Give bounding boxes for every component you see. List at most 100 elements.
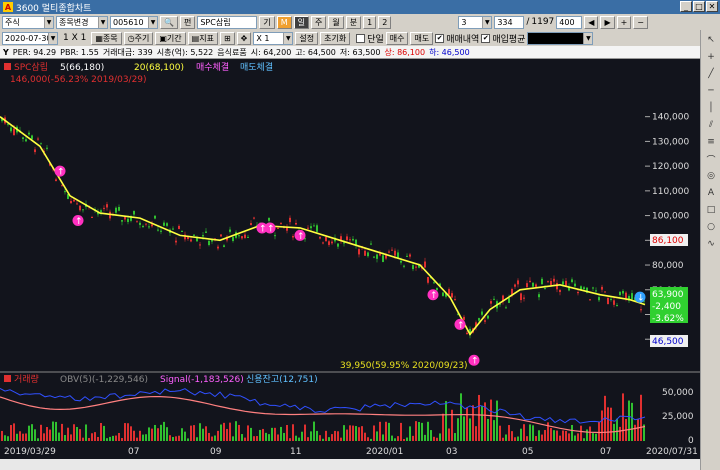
period-minute-active[interactable]: M	[276, 15, 292, 29]
candle-body	[631, 293, 633, 300]
wave-tool-icon[interactable]: ∿	[703, 237, 719, 251]
vline-tool-icon[interactable]: │	[703, 101, 719, 115]
candle-body	[319, 236, 321, 239]
period-min[interactable]: 분	[345, 15, 362, 29]
candle-body	[376, 254, 378, 259]
maximize-icon[interactable]: □	[693, 1, 705, 12]
mode-select[interactable]: 종목변경 ▼	[56, 15, 108, 29]
period-tick[interactable]: 기	[259, 15, 275, 29]
volume-bar	[430, 430, 432, 441]
visible-count-field[interactable]: 400	[556, 15, 583, 29]
cursor-icon[interactable]: ↖	[703, 33, 719, 47]
candle-body	[208, 240, 210, 246]
candle-body	[217, 246, 219, 249]
chart-area[interactable]: SPC삼립 5(66,180) 20(68,100) 매수체결 매도체결 146…	[0, 59, 700, 459]
slot-2[interactable]: 2	[378, 15, 392, 29]
color-select[interactable]: ▼	[527, 31, 594, 45]
volume-bar	[373, 425, 375, 441]
cycle-tool-icon[interactable]: ◎	[703, 169, 719, 183]
close-icon[interactable]: ✕	[706, 1, 718, 12]
crosshair-tool-icon[interactable]: +	[703, 50, 719, 64]
box-tool-icon[interactable]: □	[703, 203, 719, 217]
date-field[interactable]: 2020-07-30 ▼	[2, 31, 58, 45]
zoom-out-icon[interactable]: −	[633, 15, 648, 29]
period-button[interactable]: ◷ 주기	[123, 31, 154, 45]
period-month[interactable]: 월	[328, 15, 344, 29]
candle-body	[292, 236, 294, 238]
market-select[interactable]: 주식 ▼	[2, 15, 54, 29]
scroll-right-icon[interactable]: ▶	[600, 15, 615, 29]
low-value: 저: 63,500	[339, 47, 381, 57]
candle-body	[307, 227, 309, 229]
candle-body	[625, 292, 627, 299]
candle-body	[322, 242, 324, 244]
candle-body	[589, 299, 591, 301]
candle-series	[1, 115, 645, 339]
circle-tool-icon[interactable]: ○	[703, 220, 719, 234]
stock-code-input[interactable]: 005610 ▼	[110, 15, 158, 29]
candle-body	[559, 290, 561, 293]
volume-bar	[340, 437, 342, 441]
line-tool-icon[interactable]: ╱	[703, 67, 719, 81]
scroll-left-icon[interactable]: ◀	[584, 15, 599, 29]
minimize-icon[interactable]: _	[680, 1, 692, 12]
candle-body	[400, 260, 402, 263]
fib-tool-icon[interactable]: ≡	[703, 135, 719, 149]
chart-svg[interactable]: SPC삼립 5(66,180) 20(68,100) 매수체결 매도체결 146…	[0, 59, 700, 459]
bottom-scroll-bar[interactable]	[0, 459, 700, 470]
annotation-high: 146,000(-56.23% 2019/03/29)	[10, 75, 147, 85]
stock-name-field[interactable]: SPC삼립	[197, 15, 258, 29]
total-count: 1197	[531, 17, 555, 27]
legend-swatch	[4, 375, 11, 382]
hline-tool-icon[interactable]: ─	[703, 84, 719, 98]
single-checkbox[interactable]: 단일	[356, 32, 384, 45]
sell-button[interactable]: 매도	[410, 31, 434, 45]
candle-body	[28, 132, 30, 135]
period-day[interactable]: 일	[293, 15, 309, 29]
move-icon[interactable]: ✥	[236, 31, 252, 45]
volume-bar	[241, 434, 243, 441]
volume-bar	[394, 438, 396, 441]
text-tool-icon[interactable]: A	[703, 186, 719, 200]
search-icon[interactable]: 🔍	[160, 15, 178, 29]
volume-bar	[82, 437, 84, 441]
candle-body	[181, 231, 183, 233]
volume-legend: 거래량 OBV(5)(-1,229,546) Signal(-1,183,526…	[4, 373, 318, 385]
candle-body	[124, 216, 126, 220]
avg-price-checkbox[interactable]: ✔ 매입평균	[481, 32, 525, 45]
arc-tool-icon[interactable]: ⌒	[703, 152, 719, 166]
legend-sell: 매도체결	[240, 62, 273, 73]
volume-bar	[415, 421, 417, 441]
count1-select[interactable]: 3 ▼	[458, 15, 493, 29]
reset-button[interactable]: 초기화	[320, 31, 351, 45]
range-button[interactable]: ▣ 기간	[155, 31, 186, 45]
trade-history-checkbox[interactable]: ✔ 매매내역	[435, 32, 479, 45]
period-week[interactable]: 주	[311, 15, 327, 29]
indicator-button[interactable]: ▤ 지표	[187, 31, 218, 45]
volume-bar	[256, 436, 258, 441]
volume-bar	[568, 433, 570, 441]
legend-swatch	[4, 63, 11, 70]
volume-bar	[265, 432, 267, 441]
zoom-select[interactable]: X 1 ▼	[253, 31, 294, 45]
settings-button[interactable]: 설정	[295, 31, 319, 45]
volume-bar	[316, 430, 318, 441]
buy-button[interactable]: 매수	[385, 31, 409, 45]
candle-body	[619, 291, 621, 296]
candle-body	[268, 218, 270, 221]
volume-bar	[478, 394, 480, 441]
volume-bar	[412, 435, 414, 441]
name-type-button[interactable]: 펀	[179, 15, 196, 29]
count2-field[interactable]: 334	[494, 15, 525, 29]
volume-bar	[13, 423, 15, 441]
zoom-in-icon[interactable]: +	[616, 15, 632, 29]
stock-button[interactable]: ▦ 종목	[91, 31, 122, 45]
channel-tool-icon[interactable]: ⫽	[703, 118, 719, 132]
volume-bar	[52, 421, 54, 441]
crosshair-icon[interactable]: ⊞	[219, 31, 235, 45]
current-price-text: 63,900	[652, 290, 684, 300]
legend-signal: Signal(-1,183,526)	[160, 375, 244, 385]
volume-bar	[310, 431, 312, 441]
volume-bar	[235, 421, 237, 441]
slot-1[interactable]: 1	[363, 15, 377, 29]
